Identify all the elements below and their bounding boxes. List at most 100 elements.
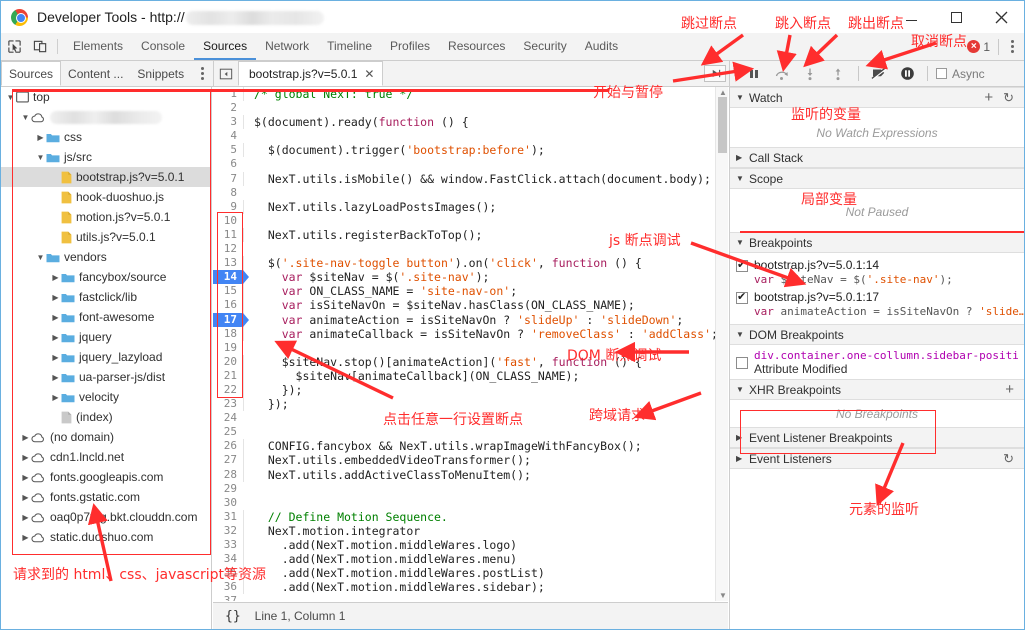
- breakpoint-item[interactable]: bootstrap.js?v=5.0.1:14var $siteNav = $(…: [730, 256, 1024, 288]
- breakpoint-checkbox[interactable]: [736, 290, 748, 304]
- line-number[interactable]: 2: [213, 101, 243, 116]
- breakpoint-marker[interactable]: 17: [213, 312, 249, 327]
- chevron-right-icon[interactable]: ▶: [50, 373, 61, 382]
- chevron-down-icon[interactable]: ▼: [736, 93, 749, 102]
- tree-item[interactable]: ▶ font-awesome: [1, 307, 211, 327]
- tab-elements[interactable]: Elements: [64, 33, 132, 60]
- tab-resources[interactable]: Resources: [439, 33, 514, 60]
- chevron-down-icon[interactable]: ▼: [35, 153, 46, 162]
- line-number[interactable]: 36: [213, 580, 243, 595]
- dom-breakpoint-item[interactable]: div.container.one-collumn.sidebar-positi…: [730, 347, 1024, 376]
- device-toolbar-icon[interactable]: [27, 33, 53, 60]
- section-header-scope[interactable]: ▼ Scope: [730, 168, 1024, 189]
- chevron-right-icon[interactable]: ▶: [50, 353, 61, 362]
- nav-tab-snippets[interactable]: Snippets: [130, 61, 191, 86]
- code-editor[interactable]: 1/* global NexT: true */2 3 $(document).re…: [213, 87, 728, 601]
- line-number[interactable]: 11: [213, 227, 243, 243]
- chevron-down-icon[interactable]: ▼: [5, 93, 16, 102]
- tree-item[interactable]: ▶ static.duoshuo.com: [1, 527, 211, 547]
- line-number[interactable]: 4: [213, 129, 243, 144]
- tree-item[interactable]: ▼ vendors: [1, 247, 211, 267]
- close-icon[interactable]: ✕: [364, 67, 374, 81]
- line-number[interactable]: 23: [213, 397, 243, 412]
- chevron-right-icon[interactable]: ▶: [50, 273, 61, 282]
- line-number[interactable]: 34: [213, 552, 243, 567]
- chevron-right-icon[interactable]: ▶: [35, 133, 46, 142]
- chevron-right-icon[interactable]: ▶: [20, 493, 31, 502]
- async-checkbox[interactable]: [936, 68, 947, 79]
- line-number[interactable]: 6: [213, 157, 243, 172]
- add-xhr-breakpoint-icon[interactable]: +: [1005, 381, 1014, 398]
- chevron-down-icon[interactable]: ▼: [20, 113, 31, 122]
- tab-timeline[interactable]: Timeline: [318, 33, 381, 60]
- line-number[interactable]: 21: [213, 368, 243, 383]
- tree-item[interactable]: utils.js?v=5.0.1: [1, 227, 211, 247]
- line-number[interactable]: 8: [213, 185, 243, 200]
- chevron-right-icon[interactable]: ▶: [20, 513, 31, 522]
- tab-audits[interactable]: Audits: [576, 33, 627, 60]
- line-number[interactable]: 28: [213, 467, 243, 482]
- section-header-watch[interactable]: ▼ Watch + ↻: [730, 87, 1024, 108]
- tree-item[interactable]: ▼: [1, 107, 211, 127]
- minimize-button[interactable]: [889, 1, 934, 33]
- tab-profiles[interactable]: Profiles: [381, 33, 439, 60]
- chevron-right-icon[interactable]: ▶: [20, 533, 31, 542]
- step-into-button[interactable]: [798, 63, 822, 85]
- tree-item[interactable]: ▶ fancybox/source: [1, 267, 211, 287]
- tree-item[interactable]: ▶ cdn1.lncld.net: [1, 447, 211, 467]
- chevron-right-icon[interactable]: ▶: [20, 453, 31, 462]
- run-snippet-icon[interactable]: [704, 65, 726, 82]
- section-header-call-stack[interactable]: ▶ Call Stack: [730, 147, 1024, 168]
- line-number[interactable]: 30: [213, 495, 243, 510]
- line-number[interactable]: 37: [213, 594, 243, 601]
- chevron-right-icon[interactable]: ▶: [20, 473, 31, 482]
- breakpoint-item[interactable]: bootstrap.js?v=5.0.1:17var animateAction…: [730, 288, 1024, 320]
- chevron-right-icon[interactable]: ▶: [736, 153, 749, 162]
- chevron-down-icon[interactable]: ▼: [736, 174, 749, 183]
- chevron-down-icon[interactable]: ▼: [736, 330, 749, 339]
- line-number[interactable]: 1: [213, 87, 243, 102]
- editor-tab-bootstrap-js[interactable]: bootstrap.js?v=5.0.1 ✕: [238, 61, 384, 86]
- pretty-print-button[interactable]: {}: [225, 609, 241, 624]
- line-number[interactable]: 12: [213, 242, 243, 257]
- line-number[interactable]: 35: [213, 566, 243, 581]
- chevron-down-icon[interactable]: ▼: [35, 253, 46, 262]
- maximize-button[interactable]: [934, 1, 979, 33]
- line-number[interactable]: 18: [213, 326, 243, 341]
- scroll-up-arrow[interactable]: ▲: [719, 88, 727, 97]
- dom-breakpoint-checkbox[interactable]: [736, 357, 748, 369]
- inspect-element-icon[interactable]: [1, 33, 27, 60]
- scroll-down-arrow[interactable]: ▼: [719, 591, 727, 600]
- tree-item[interactable]: ▶ fastclick/lib: [1, 287, 211, 307]
- file-navigator[interactable]: ▼ top ▼ ▶ css ▼ js/src bootstrap.js?v=5.0.1 hook…: [1, 87, 212, 629]
- line-number[interactable]: 25: [213, 425, 243, 440]
- pause-on-exceptions-button[interactable]: [895, 63, 919, 85]
- tree-item[interactable]: ▶ fonts.googleapis.com: [1, 467, 211, 487]
- chevron-right-icon[interactable]: ▶: [736, 454, 749, 463]
- section-header-xhr-breakpoints[interactable]: ▼ XHR Breakpoints +: [730, 379, 1024, 400]
- tree-item[interactable]: motion.js?v=5.0.1: [1, 207, 211, 227]
- tab-sources[interactable]: Sources: [194, 33, 257, 60]
- line-number[interactable]: 3: [213, 115, 243, 130]
- line-number[interactable]: 22: [213, 382, 243, 398]
- line-number[interactable]: 15: [213, 284, 243, 299]
- chevron-down-icon[interactable]: ▼: [736, 238, 749, 247]
- line-number[interactable]: 33: [213, 538, 243, 553]
- tab-network[interactable]: Network: [256, 33, 318, 60]
- line-number[interactable]: 20: [213, 354, 243, 369]
- editor-scrollbar[interactable]: ▲ ▼: [715, 87, 728, 601]
- refresh-watch-icon[interactable]: ↻: [1003, 90, 1014, 106]
- tree-item[interactable]: ▶ ua-parser-js/dist: [1, 367, 211, 387]
- line-number[interactable]: 5: [213, 143, 243, 158]
- chevron-right-icon[interactable]: ▶: [50, 293, 61, 302]
- nav-tab-sources[interactable]: Sources: [1, 61, 62, 86]
- chevron-right-icon[interactable]: ▶: [50, 393, 61, 402]
- tree-item[interactable]: ▶ oaq0p7t2g.bkt.clouddn.com: [1, 507, 211, 527]
- section-header-event-listener-breakpoints[interactable]: ▶ Event Listener Breakpoints: [730, 427, 1024, 448]
- async-toggle[interactable]: Async: [936, 67, 985, 81]
- tree-item[interactable]: ▶ velocity: [1, 387, 211, 407]
- chevron-right-icon[interactable]: ▶: [20, 433, 31, 442]
- kebab-menu-icon[interactable]: [1007, 40, 1018, 53]
- pause-resume-button[interactable]: [742, 63, 766, 85]
- line-number[interactable]: 31: [213, 509, 243, 524]
